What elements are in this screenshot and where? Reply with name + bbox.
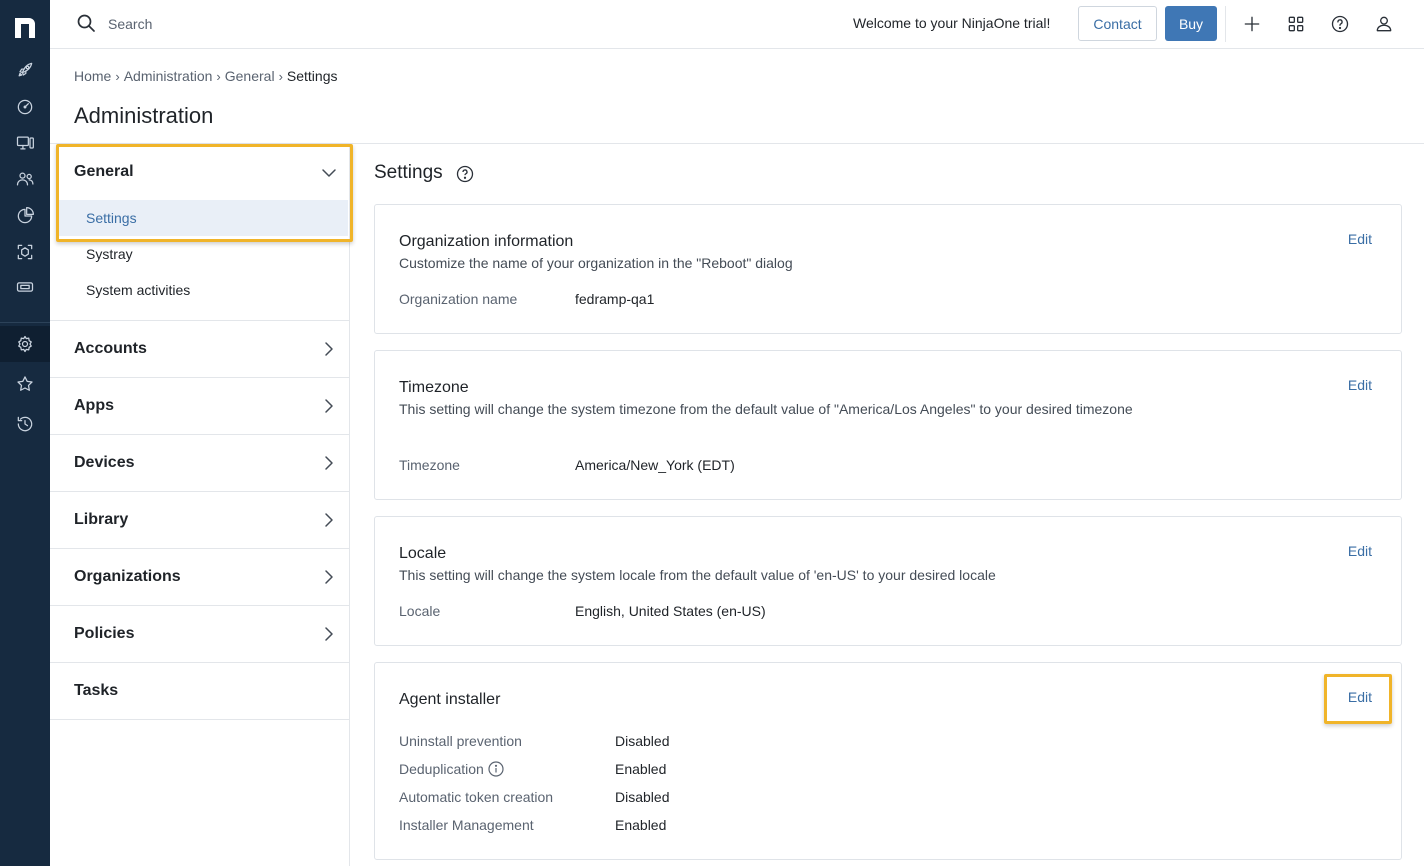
nav-group-accounts[interactable]: Accounts [50, 321, 349, 378]
nav-policies-label: Policies [74, 625, 135, 642]
breadcrumb-home[interactable]: Home [74, 68, 111, 84]
field-value-deduplication: Enabled [615, 761, 667, 777]
field-label-installer-management: Installer Management [399, 817, 534, 833]
search-icon[interactable] [76, 13, 96, 33]
card-description: This setting will change the system time… [399, 401, 1133, 417]
chevron-right-icon [321, 455, 337, 471]
info-icon[interactable] [488, 761, 504, 777]
nav-item-settings[interactable]: Settings [86, 210, 137, 226]
edit-organization-link[interactable]: Edit [1348, 231, 1372, 247]
nav-accounts-label: Accounts [74, 340, 147, 357]
card-timezone: Timezone Edit This setting will change t… [374, 350, 1402, 500]
nav-devices-label: Devices [74, 454, 135, 471]
nav-group-policies[interactable]: Policies [50, 606, 349, 663]
card-description: Customize the name of your organization … [399, 255, 793, 271]
nav-group-general: General Settings Systray System activiti… [50, 144, 349, 321]
field-label: Locale [399, 603, 441, 619]
breadcrumb-separator: › [115, 68, 120, 84]
edit-agent-installer-link[interactable]: Edit [1348, 689, 1372, 705]
nav-apps-label: Apps [74, 397, 114, 414]
card-description: This setting will change the system loca… [399, 567, 996, 583]
reports-icon[interactable] [13, 204, 37, 228]
page-title: Administration [74, 103, 214, 128]
nav-group-organizations[interactable]: Organizations [50, 549, 349, 606]
ninjaone-logo[interactable] [12, 12, 38, 40]
field-label-deduplication: Deduplication [399, 761, 504, 777]
field-value: America/New_York (EDT) [575, 457, 735, 473]
apps-grid-icon[interactable] [1284, 12, 1308, 36]
nav-item-system-activities[interactable]: System activities [86, 282, 190, 298]
edit-locale-link[interactable]: Edit [1348, 543, 1372, 559]
nav-group-library[interactable]: Library [50, 492, 349, 549]
top-bar: Welcome to your NinjaOne trial! Contact … [50, 0, 1424, 49]
chevron-right-icon [321, 626, 337, 642]
field-value: fedramp-qa1 [575, 291, 655, 307]
help-icon[interactable] [1328, 12, 1352, 36]
user-icon[interactable] [1372, 12, 1396, 36]
favorites-icon[interactable] [13, 372, 37, 396]
admin-side-nav: General Settings Systray System activiti… [50, 144, 350, 866]
plus-icon[interactable] [1240, 12, 1264, 36]
app-rail [0, 0, 50, 866]
chevron-right-icon [321, 341, 337, 357]
devices-icon[interactable] [13, 131, 37, 155]
card-title: Locale [399, 545, 447, 562]
chevron-right-icon [321, 398, 337, 414]
field-value-uninstall-prevention: Disabled [615, 733, 670, 749]
card-title: Timezone [399, 379, 469, 396]
breadcrumb-current: Settings [286, 68, 338, 84]
field-value-automatic-token-creation: Disabled [615, 789, 670, 805]
nav-tasks-label: Tasks [74, 682, 119, 699]
settings-icon[interactable] [13, 332, 37, 356]
section-title: Settings [374, 162, 443, 183]
card-agent-installer: Agent installer Edit Uninstall preventio… [374, 662, 1402, 860]
breadcrumb-separator: › [278, 68, 283, 84]
ticketing-icon[interactable] [13, 275, 37, 299]
deduplication-label-text: Deduplication [399, 761, 484, 777]
field-value: English, United States (en-US) [575, 603, 766, 619]
chevron-down-icon[interactable] [321, 165, 337, 181]
nav-group-devices[interactable]: Devices [50, 435, 349, 492]
breadcrumb: Home › Administration › General › Settin… [74, 68, 338, 84]
rocket-icon[interactable] [13, 58, 37, 82]
nav-item-systray[interactable]: Systray [86, 246, 133, 262]
field-label-uninstall-prevention: Uninstall prevention [399, 733, 522, 749]
field-label: Organization name [399, 291, 518, 307]
history-icon[interactable] [13, 412, 37, 436]
card-organization-info: Organization information Edit Customize … [374, 204, 1402, 334]
help-circle-icon[interactable] [456, 165, 474, 183]
trial-welcome-text: Welcome to your NinjaOne trial! [853, 15, 1051, 31]
security-icon[interactable] [13, 240, 37, 264]
chevron-right-icon [321, 512, 337, 528]
edit-timezone-link[interactable]: Edit [1348, 377, 1372, 393]
card-title: Agent installer [399, 691, 501, 708]
contact-button[interactable]: Contact [1078, 6, 1157, 41]
users-icon[interactable] [13, 167, 37, 191]
field-label-automatic-token-creation: Automatic token creation [399, 789, 554, 805]
breadcrumb-separator: › [216, 68, 221, 84]
nav-organizations-label: Organizations [74, 568, 181, 585]
breadcrumb-general[interactable]: General [225, 68, 275, 84]
chevron-right-icon [321, 569, 337, 585]
nav-library-label: Library [74, 511, 129, 528]
search-input[interactable] [108, 12, 408, 36]
nav-group-tasks[interactable]: Tasks [50, 663, 349, 720]
card-title: Organization information [399, 233, 574, 250]
topbar-divider [1225, 6, 1226, 42]
field-value-installer-management: Enabled [615, 817, 667, 833]
breadcrumb-administration[interactable]: Administration [124, 68, 213, 84]
card-locale: Locale Edit This setting will change the… [374, 516, 1402, 646]
field-label: Timezone [399, 457, 460, 473]
buy-button[interactable]: Buy [1165, 6, 1217, 41]
dashboard-icon[interactable] [13, 95, 37, 119]
nav-general-header[interactable]: General [74, 163, 134, 181]
nav-group-apps[interactable]: Apps [50, 378, 349, 435]
